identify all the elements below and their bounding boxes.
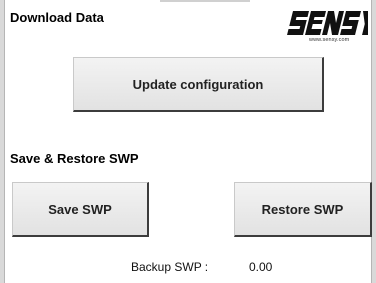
update-configuration-label: Update configuration <box>132 76 264 92</box>
backup-swp-value: 0.00 <box>249 260 273 274</box>
update-configuration-button[interactable]: Update configuration <box>73 57 324 112</box>
window-frame-left <box>0 0 5 283</box>
window-frame-top <box>160 0 250 2</box>
page-title: Download Data <box>10 10 104 25</box>
logo-url: www.sensy.com <box>309 37 350 43</box>
window-frame-right <box>371 0 376 283</box>
save-swp-label: Save SWP <box>48 201 112 217</box>
restore-swp-button[interactable]: Restore SWP <box>234 182 372 237</box>
section-title: Save & Restore SWP <box>10 151 139 166</box>
save-swp-button[interactable]: Save SWP <box>12 182 149 237</box>
restore-swp-label: Restore SWP <box>261 201 344 217</box>
backup-swp-label: Backup SWP : <box>131 260 209 274</box>
